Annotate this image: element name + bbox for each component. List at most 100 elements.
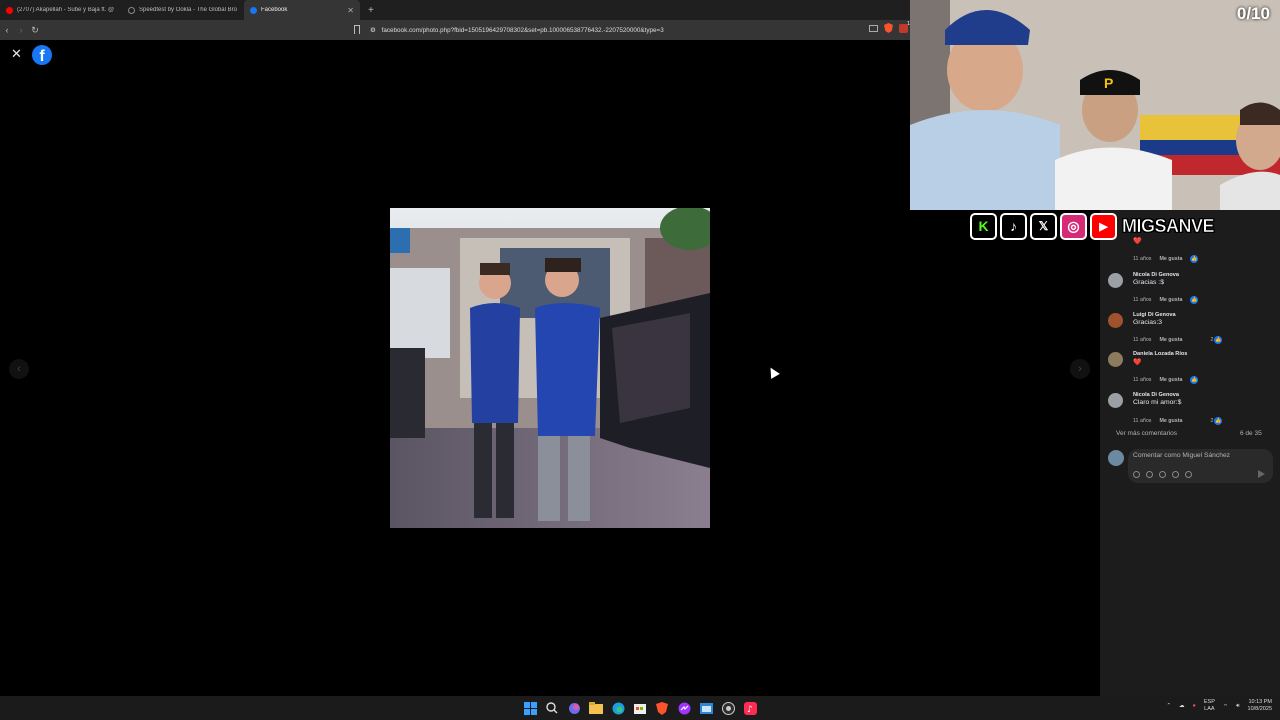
edge-icon[interactable] [610, 700, 626, 716]
like-comment-button[interactable]: Me gusta [1159, 337, 1182, 343]
tab-close-icon[interactable]: ✕ [347, 6, 354, 15]
tab-speedtest[interactable]: Speedtest by Ookla - The Global Bro [122, 0, 244, 20]
language-code: ESP [1203, 699, 1215, 705]
avatar [1108, 450, 1124, 466]
next-photo-button[interactable]: › [1070, 359, 1090, 379]
extension-icon[interactable]: 1 [899, 21, 910, 33]
avatar-sticker-icon[interactable] [1133, 471, 1140, 478]
windows-start-icon[interactable] [522, 700, 538, 716]
like-reaction-icon: 👍 [1214, 336, 1223, 344]
view-more-comments-link[interactable]: Ver más comentarios [1116, 430, 1177, 437]
comment-composer [1128, 449, 1273, 483]
streamer-handle: MIGSANVE [1122, 215, 1215, 236]
clock-time: 10:13 PM [1248, 699, 1272, 705]
comment-age: 11 años [1133, 418, 1152, 424]
avatar[interactable] [1108, 393, 1123, 408]
reaction-count[interactable]: 2 [1210, 337, 1213, 343]
like-reaction-icon: 👍 [1214, 417, 1223, 425]
tab-title: (2707) Akapellah - Sube y Baja ft. @ [17, 7, 115, 13]
site-info-icon[interactable]: ⚙ [370, 27, 376, 34]
clock[interactable]: 10:13 PM 10/8/2025 [1248, 699, 1272, 713]
facebook-favicon-icon [250, 6, 257, 14]
microphone-icon[interactable]: ● [1193, 703, 1196, 709]
reaction-count[interactable]: 2 [1210, 418, 1213, 424]
file-explorer-icon[interactable] [588, 700, 604, 716]
sticker-icon[interactable] [1185, 471, 1192, 478]
comment-age: 11 años [1133, 256, 1152, 262]
comment-count: 6 de 35 [1240, 430, 1262, 437]
commenter-name[interactable]: Luigi Di Genova [1133, 312, 1176, 318]
send-icon[interactable] [1258, 470, 1265, 478]
commenter-name[interactable]: Daniela Lozada Ríos [1133, 351, 1187, 357]
chevron-up-icon[interactable]: ⌃ [1166, 703, 1171, 709]
goal-counter: 0/10 [1236, 4, 1270, 23]
comment-text: ❤️ [1133, 359, 1142, 366]
tab-facebook[interactable]: Facebook ✕ [244, 0, 360, 20]
windows-taskbar: ♪ ⌃ ☁ ● ESP LAA ⌔ 🔊︎ 10:13 PM 10/8/2025 [0, 696, 1280, 720]
brave-shields-icon[interactable] [884, 23, 893, 33]
svg-text:P: P [1104, 75, 1113, 91]
tab-title: Speedtest by Ookla - The Global Bro [139, 7, 237, 13]
reload-icon[interactable]: ↻ [28, 25, 42, 36]
messenger-icon[interactable] [676, 700, 692, 716]
app-window-icon[interactable] [698, 700, 714, 716]
tiktok-live-icon[interactable]: ♪ [742, 700, 758, 716]
address-bar[interactable]: ⚙ facebook.com/photo.php?fbid=1505196429… [370, 23, 850, 37]
like-comment-button[interactable]: Me gusta [1159, 297, 1182, 303]
camera-icon[interactable] [1159, 471, 1166, 478]
back-icon[interactable]: ‹ [0, 25, 14, 35]
obs-icon[interactable] [720, 700, 736, 716]
like-reaction-icon: 👍 [1190, 376, 1199, 384]
tab-title: Facebook [261, 7, 288, 13]
composer-tools [1133, 471, 1192, 478]
gif-icon[interactable] [1172, 471, 1179, 478]
volume-icon[interactable]: 🔊︎ [1236, 703, 1239, 710]
microsoft-store-icon[interactable] [632, 700, 648, 716]
comment-meta: 11 años Me gusta 👍 [1133, 255, 1199, 263]
brave-browser-icon[interactable] [654, 700, 670, 716]
cast-icon[interactable] [869, 24, 878, 32]
system-tray: ⌃ ☁ ● ESP LAA ⌔ 🔊︎ 10:13 PM 10/8/2025 [1166, 699, 1272, 713]
youtube-icon: ▶ [1090, 212, 1117, 240]
new-tab-button[interactable]: + [360, 5, 374, 16]
like-comment-button[interactable]: Me gusta [1159, 377, 1182, 383]
commenter-name[interactable]: Nicola Di Genova [1133, 392, 1179, 398]
comment-age: 11 años [1133, 337, 1152, 343]
like-comment-button[interactable]: Me gusta [1159, 256, 1182, 262]
stream-social-bar: K ♪ 𝕏 ◎ ▶ MIGSANVE [970, 211, 1215, 241]
comment-text: Gracias :$ [1133, 279, 1164, 286]
mouse-cursor-icon [766, 365, 780, 379]
comment-input[interactable] [1133, 452, 1263, 459]
onedrive-icon[interactable]: ☁ [1179, 703, 1185, 709]
tab-youtube[interactable]: (2707) Akapellah - Sube y Baja ft. @ [0, 0, 122, 20]
toolbar-icons: 1 [869, 21, 910, 33]
like-comment-button[interactable]: Me gusta [1159, 418, 1182, 424]
avatar[interactable] [1108, 273, 1123, 288]
wifi-icon[interactable]: ⌔ [1223, 703, 1228, 710]
avatar[interactable] [1108, 352, 1123, 367]
instagram-icon: ◎ [1060, 212, 1087, 240]
browser-toolbar: ‹ › ↻ ⚙ facebook.com/photo.php?fbid=1505… [0, 20, 910, 40]
svg-text:♪: ♪ [747, 705, 753, 715]
screen: (2707) Akapellah - Sube y Baja ft. @ Spe… [0, 0, 1280, 720]
comment-meta: 11 años Me gusta 👍 [1133, 296, 1199, 304]
previous-photo-button[interactable]: ‹ [9, 359, 29, 379]
comment-meta: 11 años Me gusta 2 👍 [1133, 336, 1223, 344]
forward-icon[interactable]: › [14, 25, 28, 35]
comment-text: Claro mi amor:$ [1133, 399, 1182, 406]
search-icon[interactable] [544, 700, 560, 716]
language-indicator[interactable]: ESP LAA [1204, 699, 1215, 713]
commenter-name[interactable]: Nicola Di Genova [1133, 272, 1179, 278]
avatar[interactable] [1108, 313, 1123, 328]
bookmark-icon[interactable] [354, 25, 360, 34]
comment-meta: 11 años Me gusta 👍 [1133, 376, 1199, 384]
copilot-icon[interactable] [566, 700, 582, 716]
facebook-logo-icon[interactable]: f [32, 45, 52, 65]
close-viewer-icon[interactable]: ✕ [11, 46, 22, 62]
keyboard-layout: LAA [1204, 706, 1215, 712]
webcam-illustration: P [910, 0, 1280, 210]
kick-icon: K [970, 212, 997, 240]
photo-image [390, 208, 710, 528]
taskbar-apps: ♪ [522, 700, 758, 716]
emoji-icon[interactable] [1146, 471, 1153, 478]
